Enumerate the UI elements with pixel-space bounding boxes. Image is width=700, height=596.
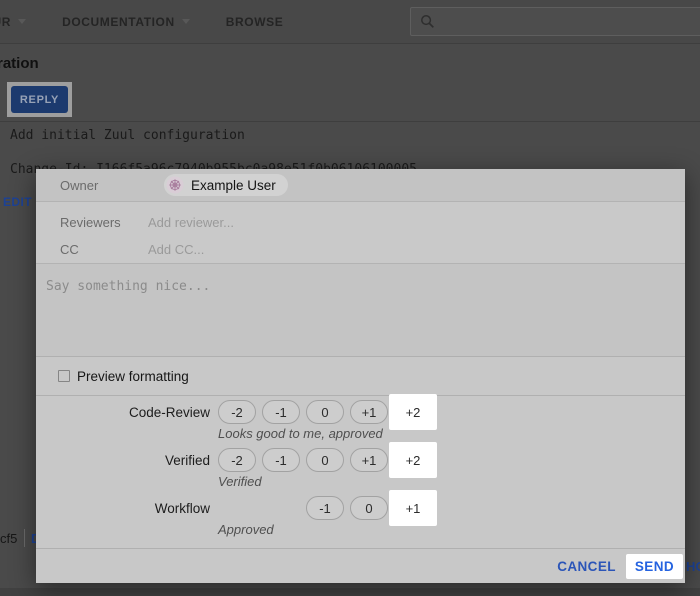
vote-line: Workflow -10+1 [36,496,685,520]
background-link-fragment[interactable]: HO [686,559,700,574]
cc-label: CC [60,242,148,257]
reply-dialog: Owner Example User Revi [36,169,685,583]
owner-row: Owner Example User [36,169,685,202]
vote-hint: Looks good to me, approved [218,426,685,445]
vote-row: Workflow -10+1 Approved [36,496,685,541]
search-box[interactable] [410,7,700,36]
owner-name: Example User [191,178,276,193]
commit-message: Add initial Zuul configuration [10,128,245,143]
vote-pill-0[interactable]: 0 [306,448,344,472]
commit-sha-fragment: cf5 [0,531,17,546]
nav-menu: YOUR DOCUMENTATION BROWSE [0,15,319,29]
reviewers-row: Reviewers [60,209,685,236]
add-reviewer-input[interactable] [148,215,448,230]
vote-line: Code-Review -2-10+1+2 [36,400,685,424]
vote-line: Verified -2-10+1+2 [36,448,685,472]
nav-item-documentation[interactable]: DOCUMENTATION [62,15,190,29]
send-highlight-box: SEND [626,554,683,579]
message-placeholder: Say something nice... [46,279,675,294]
message-textarea[interactable]: Say something nice... [36,264,685,357]
gerrit-change-page: YOUR DOCUMENTATION BROWSE ration REPLY A… [0,0,700,596]
vote-hint: Approved [218,522,685,541]
dialog-footer: CANCEL SEND [36,548,685,583]
vote-pill--1[interactable]: -1 [262,400,300,424]
edit-link[interactable]: EDIT [3,195,32,209]
vote-label: Code-Review [36,405,210,420]
owner-chip[interactable]: Example User [164,174,288,196]
vote-label: Verified [36,453,210,468]
top-navigation-bar: YOUR DOCUMENTATION BROWSE [0,0,700,44]
vote-rows: Code-Review-2-10+1+2Looks good to me, ap… [36,396,685,548]
cancel-button[interactable]: CANCEL [557,559,616,574]
chevron-down-icon [182,19,190,24]
vote-pill-0[interactable]: 0 [306,400,344,424]
vote-label: Workflow [36,501,210,516]
reply-button[interactable]: REPLY [11,86,68,113]
vote-hint: Verified [218,474,685,493]
cc-row: CC [60,236,685,263]
vote-pill-+1[interactable]: +1 [350,448,388,472]
people-section: Reviewers CC [36,202,685,264]
vote-pill-+1[interactable]: +1 [394,496,432,520]
vote-spacer [218,508,306,509]
divider [24,529,25,547]
reply-highlight-box: REPLY [7,82,72,117]
vote-pill--1[interactable]: -1 [306,496,344,520]
vote-pill-0[interactable]: 0 [350,496,388,520]
vote-pill--2[interactable]: -2 [218,448,256,472]
owner-label: Owner [60,178,148,193]
send-button[interactable]: SEND [635,559,674,574]
preview-formatting-checkbox[interactable] [58,370,70,382]
vote-row: Verified -2-10+1+2 Verified [36,448,685,493]
vote-pill-+2[interactable]: +2 [394,448,432,472]
vote-pill-+2[interactable]: +2 [394,400,432,424]
vote-pill-+1[interactable]: +1 [350,400,388,424]
reviewers-label: Reviewers [60,215,148,230]
add-cc-input[interactable] [148,242,448,257]
preview-formatting-label: Preview formatting [77,369,189,384]
preview-row: Preview formatting [36,357,685,396]
page-footer-strip [0,588,700,596]
nav-item-label: DOCUMENTATION [62,15,175,29]
nav-item-label: YOUR [0,15,11,29]
search-icon [420,14,435,29]
nav-item-label: BROWSE [226,15,284,29]
vote-row: Code-Review -2-10+1+2 Looks good to me, ap… [36,400,685,445]
change-title: ration [0,55,39,72]
vote-pill--2[interactable]: -2 [218,400,256,424]
divider [0,121,700,122]
chevron-down-icon [18,19,26,24]
vote-pill--1[interactable]: -1 [262,448,300,472]
nav-item-your[interactable]: YOUR [0,15,26,29]
avatar-icon [166,176,184,194]
nav-item-browse[interactable]: BROWSE [226,15,284,29]
search-input[interactable] [435,14,700,29]
